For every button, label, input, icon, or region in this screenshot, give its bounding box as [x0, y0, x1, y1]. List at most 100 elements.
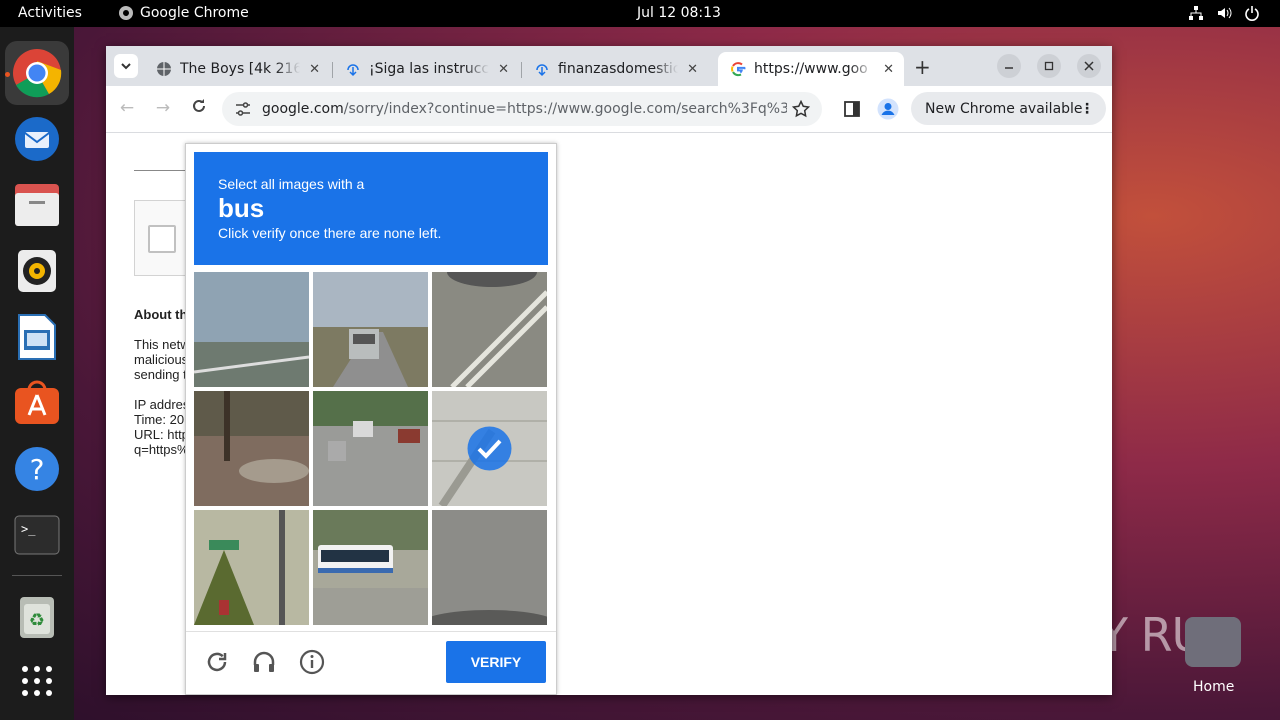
forward-button[interactable]: →: [152, 98, 174, 118]
asphalt-image: [432, 510, 547, 625]
trash-icon: ♻: [20, 597, 54, 638]
home-label[interactable]: Home: [1193, 679, 1234, 695]
tab-strip: The Boys [4k 2160 ✕ ¡Siga las instruccio…: [106, 46, 1112, 86]
captcha-tile[interactable]: [313, 272, 428, 387]
audio-challenge-icon[interactable]: [251, 649, 277, 675]
sky-road-image: [194, 272, 309, 387]
address-bar[interactable]: google.com/sorry/index?continue=https://…: [222, 92, 822, 126]
captcha-tile[interactable]: [194, 391, 309, 506]
minimize-icon: [1005, 67, 1013, 69]
download-icon: [536, 64, 548, 77]
volume-icon: [1218, 7, 1232, 19]
activities-button[interactable]: Activities: [18, 5, 82, 21]
close-window-button[interactable]: [1077, 54, 1101, 78]
dock-impress[interactable]: [5, 305, 69, 369]
dock-terminal[interactable]: >_: [5, 503, 69, 567]
bus-image: [313, 510, 428, 625]
home-folder-icon[interactable]: [1185, 617, 1241, 667]
dock-trash[interactable]: ♻: [5, 585, 69, 649]
close-icon[interactable]: ✕: [687, 62, 698, 77]
captcha-tile[interactable]: [194, 510, 309, 625]
dock-separator: [12, 575, 62, 576]
clock[interactable]: Jul 12 08:13: [637, 5, 721, 21]
close-icon[interactable]: ✕: [498, 62, 509, 77]
dock-files[interactable]: [5, 173, 69, 237]
tab-search-button[interactable]: [114, 54, 138, 78]
captcha-tile[interactable]: [194, 272, 309, 387]
more-menu-icon[interactable]: ⋮: [1080, 101, 1094, 117]
captcha-challenge: Select all images with a bus Click verif…: [185, 143, 557, 695]
star-icon[interactable]: [792, 100, 810, 118]
maximize-button[interactable]: [1037, 54, 1061, 78]
power-icon: [1245, 6, 1259, 21]
about-heading: About th: [134, 307, 188, 322]
query-line: q=https%: [134, 442, 189, 457]
footer-divider: [186, 631, 556, 632]
system-tray[interactable]: [1188, 5, 1260, 21]
minimize-button[interactable]: [997, 54, 1021, 78]
ip-address-line: IP addres: [134, 397, 190, 412]
bus-road-image: [313, 272, 428, 387]
reload-icon: [193, 99, 205, 112]
tab-the-boys[interactable]: The Boys [4k 2160 ✕: [144, 52, 330, 86]
tab-finanzas[interactable]: finanzasdomestic ✕: [522, 52, 708, 86]
page-paragraph-line: This netw: [134, 337, 190, 352]
dock-show-apps[interactable]: [5, 649, 69, 713]
info-icon[interactable]: [299, 649, 325, 675]
site-settings-icon[interactable]: [235, 102, 251, 116]
url-path: /sorry/index?continue=https://www.google…: [343, 101, 787, 117]
tab-siga[interactable]: ¡Siga las instruccio ✕: [333, 52, 519, 86]
close-icon[interactable]: ✕: [309, 62, 320, 77]
maximize-icon: [1044, 61, 1054, 71]
road-lines-image: [432, 272, 547, 387]
url-line: URL: http: [134, 427, 189, 442]
chevron-down-icon: [121, 63, 131, 70]
captcha-tile-selected[interactable]: [432, 391, 547, 506]
tab-title: ¡Siga las instruccio: [369, 61, 489, 77]
chrome-icon: [13, 49, 62, 98]
new-chrome-available-button[interactable]: New Chrome available ⋮: [911, 92, 1106, 125]
captcha-tile[interactable]: [313, 510, 428, 625]
street-cars-image: [313, 391, 428, 506]
captcha-tile[interactable]: [432, 272, 547, 387]
url-host: google.com: [262, 101, 344, 117]
captcha-keyword: bus: [218, 193, 265, 223]
dock-thunderbird[interactable]: [5, 107, 69, 171]
help-icon: ?: [15, 447, 59, 491]
tab-google[interactable]: https://www.goo ✕: [718, 52, 904, 86]
new-tab-button[interactable]: +: [914, 55, 931, 79]
show-apps-icon: [22, 666, 52, 696]
recaptcha-checkbox[interactable]: [148, 225, 176, 253]
dock-chrome[interactable]: [5, 41, 69, 105]
reload-button[interactable]: [188, 98, 210, 119]
tab-title: The Boys [4k 2160: [180, 61, 300, 77]
close-icon: [1084, 61, 1094, 71]
verify-button[interactable]: VERIFY: [446, 641, 546, 683]
captcha-header: Select all images with a bus Click verif…: [194, 152, 548, 265]
app-menu[interactable]: Google Chrome: [118, 5, 249, 21]
captcha-tile[interactable]: [432, 510, 547, 625]
reload-challenge-icon[interactable]: [204, 649, 230, 675]
download-icon: [347, 64, 359, 77]
captcha-tile[interactable]: [313, 391, 428, 506]
captcha-subinstruction: Click verify once there are none left.: [218, 225, 442, 241]
google-icon: [731, 62, 746, 77]
close-icon[interactable]: ✕: [883, 62, 894, 77]
libreoffice-impress-icon: [18, 314, 56, 360]
sidewalk-trees-image: [194, 391, 309, 506]
dock: ? >_ ♻: [0, 27, 74, 720]
side-panel-icon[interactable]: [844, 101, 860, 117]
dock-app-center[interactable]: [5, 371, 69, 435]
thunderbird-icon: [15, 117, 59, 161]
captcha-instruction: Select all images with a: [218, 176, 365, 192]
profile-icon[interactable]: [877, 98, 899, 120]
svg-text:?: ?: [30, 453, 45, 486]
rhythmbox-icon: [18, 250, 56, 292]
top-bar: Activities Google Chrome Jul 12 08:13: [0, 0, 1280, 27]
back-button[interactable]: ←: [116, 98, 138, 118]
terminal-icon: >_: [14, 515, 60, 555]
dock-rhythmbox[interactable]: [5, 239, 69, 303]
dock-help[interactable]: ?: [5, 437, 69, 501]
tab-title: https://www.goo: [754, 61, 868, 77]
url-text: google.com/sorry/index?continue=https://…: [262, 101, 787, 117]
